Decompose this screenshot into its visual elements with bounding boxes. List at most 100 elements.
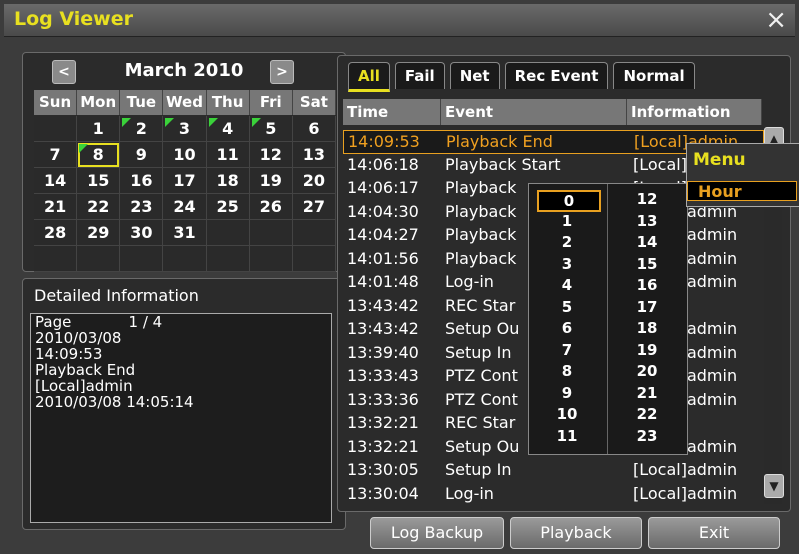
- weekday-wed: Wed: [163, 90, 207, 115]
- prev-month-button[interactable]: <: [52, 60, 76, 84]
- playback-button[interactable]: Playback: [510, 517, 642, 549]
- calendar-day[interactable]: 23: [120, 194, 164, 220]
- calendar-day[interactable]: 15: [77, 168, 121, 194]
- hour-option-3[interactable]: 3: [537, 255, 597, 273]
- calendar-day[interactable]: 13: [292, 142, 336, 168]
- tab-net[interactable]: Net: [449, 62, 500, 89]
- cell-time: 13:39:40: [347, 342, 419, 362]
- weekday-header: Sun Mon Tue Wed Thu Fri Sat: [34, 90, 336, 115]
- calendar-day[interactable]: 24: [163, 194, 207, 220]
- calendar-day[interactable]: 22: [77, 194, 121, 220]
- calendar-day[interactable]: 28: [34, 220, 78, 246]
- log-backup-button[interactable]: Log Backup: [370, 517, 504, 549]
- calendar-day[interactable]: 16: [120, 168, 164, 194]
- calendar-day[interactable]: 7: [34, 142, 78, 168]
- hour-option-4[interactable]: 4: [537, 276, 597, 294]
- calendar-week: [34, 246, 336, 272]
- calendar-day[interactable]: 4: [206, 116, 250, 142]
- tab-all[interactable]: All: [348, 62, 390, 92]
- cell-event: Playback Start: [445, 154, 561, 174]
- hour-option-5[interactable]: 5: [537, 298, 597, 316]
- hour-option-16[interactable]: 16: [617, 276, 677, 294]
- hour-option-17[interactable]: 17: [617, 298, 677, 316]
- detail-line: Playback End: [35, 361, 136, 379]
- tab-fail[interactable]: Fail: [394, 62, 445, 89]
- calendar-week: 28 29 30 31: [34, 220, 336, 246]
- scroll-down-icon[interactable]: ▼: [764, 474, 784, 498]
- calendar-empty-cell: [249, 220, 293, 246]
- hour-option-2[interactable]: 2: [537, 233, 597, 251]
- calendar-day[interactable]: 6: [292, 116, 336, 142]
- calendar-day[interactable]: 12: [249, 142, 293, 168]
- calendar-day[interactable]: 30: [120, 220, 164, 246]
- close-icon[interactable]: ×: [765, 5, 787, 35]
- calendar-empty-cell: [34, 116, 78, 142]
- hour-option-7[interactable]: 7: [537, 341, 597, 359]
- calendar-empty-cell: [34, 246, 78, 272]
- cell-event: Log-in: [445, 483, 494, 503]
- weekday-sun: Sun: [34, 90, 78, 115]
- hour-option-19[interactable]: 19: [617, 341, 677, 359]
- calendar-empty-cell: [77, 246, 121, 272]
- hour-option-0[interactable]: 0: [537, 190, 601, 212]
- hour-option-1[interactable]: 1: [537, 212, 597, 230]
- calendar-day[interactable]: 29: [77, 220, 121, 246]
- picker-divider: [607, 184, 608, 454]
- calendar-day[interactable]: 26: [249, 194, 293, 220]
- calendar-day[interactable]: 3: [163, 116, 207, 142]
- hour-option-8[interactable]: 8: [537, 362, 597, 380]
- calendar-day[interactable]: 21: [34, 194, 78, 220]
- calendar-day[interactable]: 27: [292, 194, 336, 220]
- calendar-day[interactable]: 5: [249, 116, 293, 142]
- calendar-day[interactable]: 20: [292, 168, 336, 194]
- calendar-day[interactable]: 10: [163, 142, 207, 168]
- tab-rec-event[interactable]: Rec Event: [504, 62, 609, 89]
- table-row[interactable]: 13:30:04 Log-in [Local]admin: [343, 483, 762, 505]
- cell-event: Playback End: [446, 132, 553, 151]
- calendar-empty-cell: [292, 246, 336, 272]
- window-title: Log Viewer: [14, 8, 133, 30]
- cell-time: 13:30:04: [347, 483, 419, 503]
- calendar-day[interactable]: 17: [163, 168, 207, 194]
- tab-normal[interactable]: Normal: [613, 62, 695, 89]
- hour-option-15[interactable]: 15: [617, 255, 677, 273]
- calendar-day[interactable]: 19: [249, 168, 293, 194]
- hour-option-10[interactable]: 10: [537, 405, 597, 423]
- hour-option-23[interactable]: 23: [617, 427, 677, 445]
- title-bar: Log Viewer ×: [4, 4, 795, 37]
- menu-item-hour[interactable]: Hour: [687, 181, 797, 201]
- calendar-empty-cell: [249, 246, 293, 272]
- hour-option-14[interactable]: 14: [617, 233, 677, 251]
- hour-option-20[interactable]: 20: [617, 362, 677, 380]
- calendar-day[interactable]: 14: [34, 168, 78, 194]
- hour-option-18[interactable]: 18: [617, 319, 677, 337]
- hour-option-13[interactable]: 13: [617, 212, 677, 230]
- calendar-day[interactable]: 31: [163, 220, 207, 246]
- weekday-thu: Thu: [206, 90, 250, 115]
- cell-time: 13:33:43: [347, 366, 419, 385]
- calendar-day[interactable]: 11: [206, 142, 250, 168]
- detail-line: Page 1 / 4: [35, 313, 163, 331]
- cell-time: 13:43:42: [347, 295, 419, 315]
- calendar-day[interactable]: 1: [77, 116, 121, 142]
- log-viewer-window: Log Viewer × < March 2010 > Sun Mon Tue Wed…: [0, 0, 799, 554]
- calendar-week: 21 22 23 24 25 26 27: [34, 194, 336, 220]
- next-month-button[interactable]: >: [270, 60, 294, 84]
- hour-option-11[interactable]: 11: [537, 427, 597, 445]
- calendar-day[interactable]: 18: [206, 168, 250, 194]
- cell-information: [Local]admin: [633, 460, 738, 479]
- hour-option-6[interactable]: 6: [537, 319, 597, 337]
- exit-button[interactable]: Exit: [648, 517, 780, 549]
- hour-option-9[interactable]: 9: [537, 384, 597, 402]
- calendar-day[interactable]: 25: [206, 194, 250, 220]
- hour-option-22[interactable]: 22: [617, 405, 677, 423]
- detail-box: Page 1 / 4 2010/03/08 14:09:53 Playback End…: [30, 313, 332, 523]
- hour-option-21[interactable]: 21: [617, 384, 677, 402]
- hour-option-12[interactable]: 12: [617, 190, 677, 208]
- cell-information: [Local]admin: [633, 483, 738, 503]
- calendar-day[interactable]: 8: [77, 142, 121, 168]
- col-header-event: Event: [441, 99, 627, 125]
- calendar-day[interactable]: 9: [120, 142, 164, 168]
- calendar-day[interactable]: 2: [120, 116, 164, 142]
- table-row[interactable]: 13:30:05 Setup In [Local]admin: [343, 459, 762, 481]
